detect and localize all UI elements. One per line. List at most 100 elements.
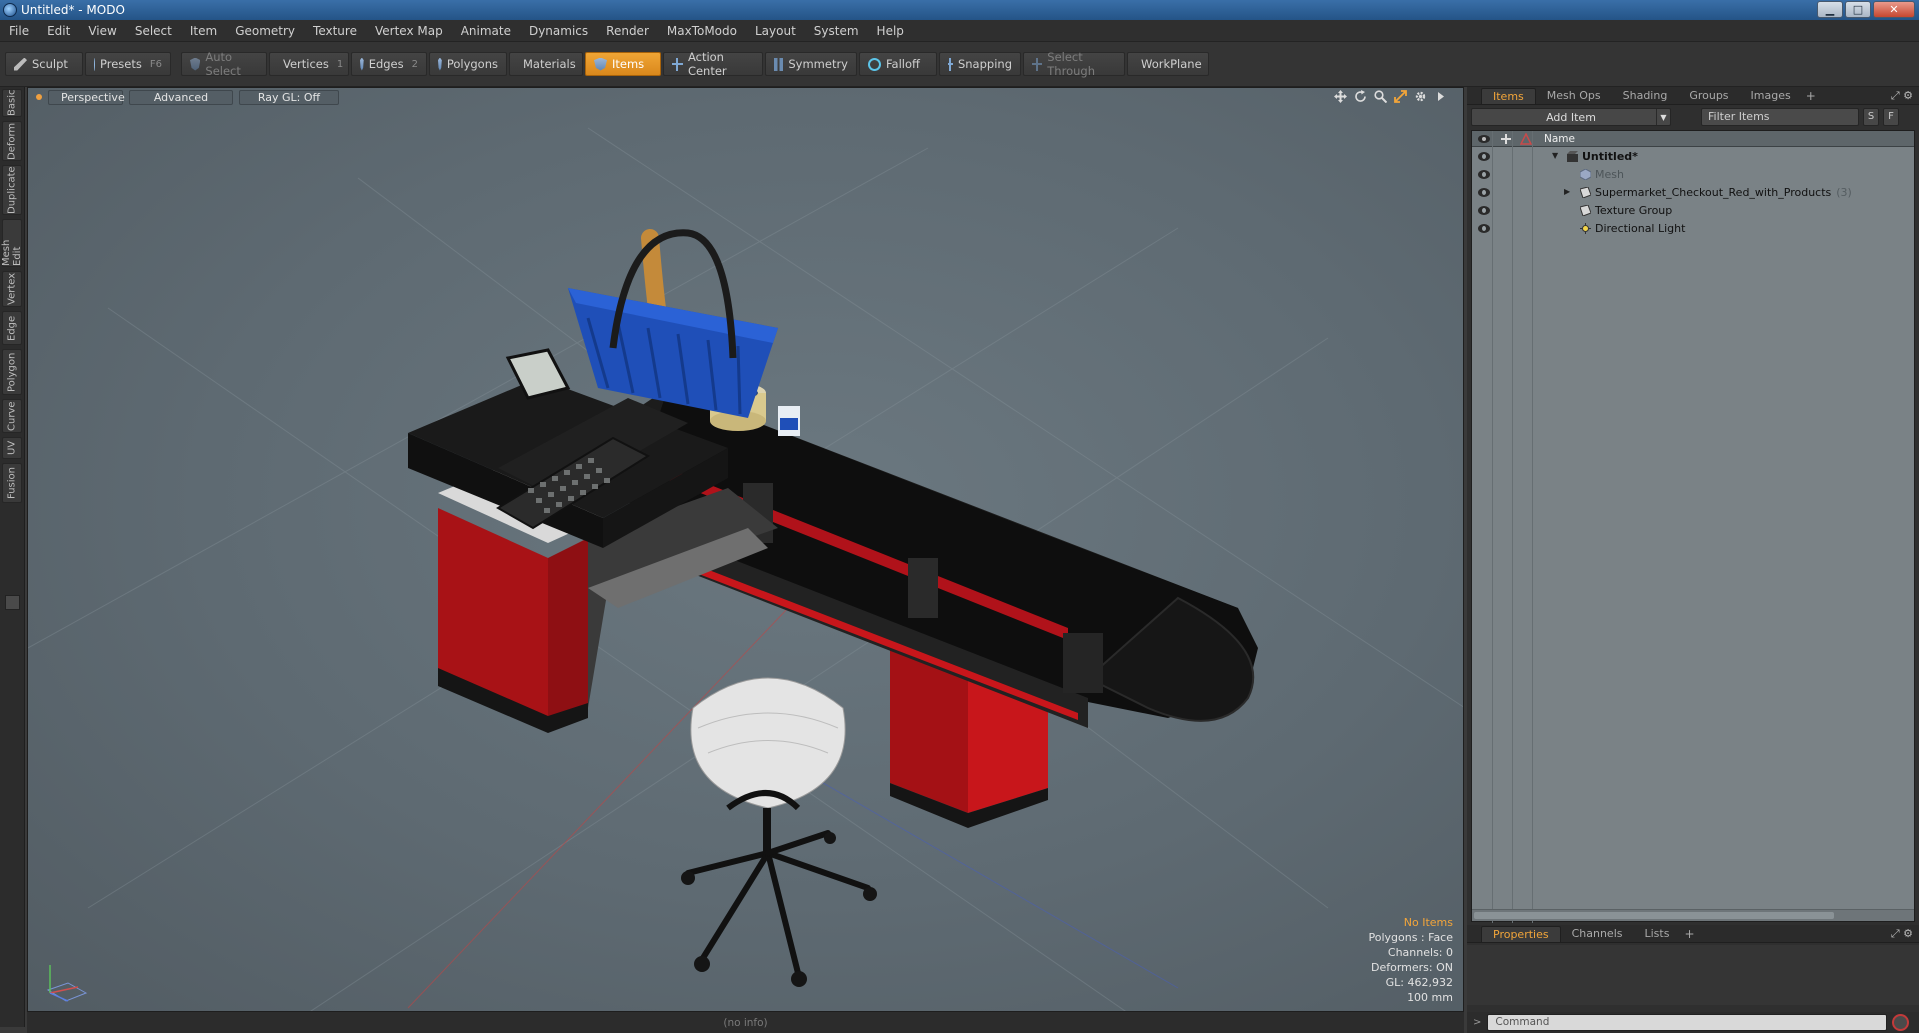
edges-button[interactable]: Edges 2 bbox=[351, 52, 427, 76]
maximize-button[interactable]: □ bbox=[1845, 1, 1871, 18]
menu-view[interactable]: View bbox=[79, 20, 125, 42]
command-stop-icon[interactable] bbox=[1892, 1014, 1910, 1031]
items-button[interactable]: Items bbox=[585, 52, 661, 76]
auto-select-label: Auto Select bbox=[205, 50, 241, 78]
menu-dynamics[interactable]: Dynamics bbox=[520, 20, 597, 42]
menu-layout[interactable]: Layout bbox=[746, 20, 805, 42]
tab-curve[interactable]: Curve bbox=[2, 399, 22, 433]
item-row-scene[interactable]: ▼ Untitled* bbox=[1472, 148, 1914, 166]
menu-file[interactable]: File bbox=[0, 20, 38, 42]
scrollbar-thumb[interactable] bbox=[1474, 912, 1834, 919]
tab-duplicate[interactable]: Duplicate bbox=[2, 165, 22, 215]
close-button[interactable]: ✕ bbox=[1873, 1, 1915, 18]
item-row-texture-group[interactable]: Texture Group bbox=[1472, 202, 1914, 220]
viewport-expand-icon[interactable] bbox=[1434, 90, 1447, 103]
tab-properties[interactable]: Properties bbox=[1481, 926, 1561, 942]
select-through-icon bbox=[1032, 57, 1043, 71]
menu-maxtomodo[interactable]: MaxToModo bbox=[658, 20, 746, 42]
materials-button[interactable]: Materials bbox=[509, 52, 583, 76]
sculpt-button[interactable]: Sculpt bbox=[5, 52, 83, 76]
tab-deform[interactable]: Deform bbox=[2, 121, 22, 161]
filter-s-button[interactable]: S bbox=[1863, 108, 1879, 126]
filter-f-button[interactable]: F bbox=[1883, 108, 1899, 126]
menu-texture[interactable]: Texture bbox=[304, 20, 366, 42]
raygl-toggle[interactable]: Ray GL: Off bbox=[239, 89, 339, 105]
add-tab-icon[interactable]: + bbox=[1806, 88, 1816, 104]
menu-render[interactable]: Render bbox=[597, 20, 658, 42]
select-through-label: Select Through bbox=[1047, 50, 1095, 78]
zoom-icon[interactable] bbox=[1374, 90, 1388, 104]
fit-icon[interactable] bbox=[1394, 90, 1407, 103]
expand-arrow-icon[interactable]: ▶ bbox=[1564, 187, 1570, 196]
workplane-button[interactable]: WorkPlane bbox=[1127, 52, 1209, 76]
menu-help[interactable]: Help bbox=[868, 20, 913, 42]
minimize-button[interactable]: ▁ bbox=[1817, 1, 1843, 18]
tab-vertex[interactable]: Vertex bbox=[2, 271, 22, 307]
action-center-button[interactable]: Action Center bbox=[663, 50, 763, 78]
tab-toggle-button[interactable] bbox=[5, 595, 20, 610]
item-row-group-checkout[interactable]: ▶ Supermarket_Checkout_Red_with_Products… bbox=[1472, 184, 1914, 202]
add-tab-icon[interactable]: + bbox=[1684, 926, 1694, 942]
rotate-icon[interactable] bbox=[1354, 90, 1367, 103]
viewport-menu-dot[interactable] bbox=[36, 94, 42, 100]
3d-viewport[interactable]: Perspective Advanced Ray GL: Off No Item… bbox=[27, 87, 1464, 1012]
menu-edit[interactable]: Edit bbox=[38, 20, 79, 42]
view-type-dropdown[interactable]: Perspective bbox=[48, 89, 125, 105]
auto-select-button[interactable]: Auto Select bbox=[181, 50, 267, 78]
tab-items[interactable]: Items bbox=[1481, 88, 1536, 104]
presets-button[interactable]: Presets F6 bbox=[85, 52, 171, 76]
shading-dropdown[interactable]: Advanced bbox=[129, 89, 233, 105]
scene-render[interactable] bbox=[28, 88, 1464, 1012]
menu-item[interactable]: Item bbox=[181, 20, 226, 42]
menu-vertex-map[interactable]: Vertex Map bbox=[366, 20, 452, 42]
visibility-eye-icon[interactable] bbox=[1478, 152, 1490, 161]
vertices-button[interactable]: Vertices 1 bbox=[269, 52, 349, 76]
tab-basic[interactable]: Basic bbox=[2, 89, 22, 117]
command-input[interactable]: Command bbox=[1487, 1014, 1888, 1031]
pan-icon[interactable] bbox=[1334, 90, 1347, 103]
symmetry-button[interactable]: Symmetry bbox=[765, 52, 857, 76]
modo-app-icon bbox=[3, 3, 17, 17]
filter-items-input[interactable]: Filter Items bbox=[1701, 108, 1859, 126]
falloff-button[interactable]: Falloff bbox=[859, 52, 937, 76]
tab-channels[interactable]: Channels bbox=[1561, 926, 1634, 942]
menu-system[interactable]: System bbox=[805, 20, 868, 42]
visibility-eye-icon[interactable] bbox=[1478, 188, 1490, 197]
item-list[interactable]: Name ▼ Untitled* Mesh ▶ Supermarket_Chec… bbox=[1471, 130, 1915, 923]
presets-shortcut: F6 bbox=[149, 58, 162, 70]
brush-icon bbox=[14, 57, 27, 71]
viewport-settings-icon[interactable] bbox=[1414, 90, 1427, 103]
tab-polygon[interactable]: Polygon bbox=[2, 349, 22, 395]
item-row-directional-light[interactable]: Directional Light bbox=[1472, 220, 1914, 238]
menu-animate[interactable]: Animate bbox=[452, 20, 520, 42]
select-through-button[interactable]: Select Through bbox=[1023, 50, 1125, 78]
panel-options-icon[interactable]: ⤢ ⚙ bbox=[1891, 927, 1913, 941]
visibility-eye-icon[interactable] bbox=[1478, 170, 1490, 179]
tab-lists[interactable]: Lists bbox=[1634, 926, 1681, 942]
tab-mesh-edit[interactable]: Mesh Edit bbox=[1, 219, 23, 267]
menu-select[interactable]: Select bbox=[126, 20, 181, 42]
panel-options-icon[interactable]: ⤢ ⚙ bbox=[1891, 89, 1913, 103]
add-item-dropdown[interactable]: Add Item ▼ bbox=[1471, 108, 1671, 126]
command-history-icon[interactable]: > bbox=[1473, 1017, 1481, 1028]
polygons-button[interactable]: Polygons bbox=[429, 52, 507, 76]
name-column-header[interactable]: Name bbox=[1544, 133, 1575, 145]
tab-shading[interactable]: Shading bbox=[1612, 88, 1679, 104]
properties-content bbox=[1467, 945, 1919, 1005]
tab-fusion[interactable]: Fusion bbox=[2, 463, 22, 503]
collapse-arrow-icon[interactable]: ▼ bbox=[1552, 151, 1558, 160]
tab-mesh-ops[interactable]: Mesh Ops bbox=[1536, 88, 1612, 104]
horizontal-scrollbar[interactable] bbox=[1472, 909, 1914, 921]
tab-images[interactable]: Images bbox=[1740, 88, 1802, 104]
vertices-label: Vertices bbox=[283, 57, 329, 71]
snapping-button[interactable]: Snapping bbox=[939, 52, 1021, 76]
menu-geometry[interactable]: Geometry bbox=[226, 20, 304, 42]
tab-groups[interactable]: Groups bbox=[1678, 88, 1739, 104]
group-icon bbox=[1580, 187, 1591, 198]
right-panel: Items Mesh Ops Shading Groups Images + ⤢… bbox=[1467, 87, 1919, 1027]
item-row-mesh[interactable]: Mesh bbox=[1472, 166, 1914, 184]
tab-uv[interactable]: UV bbox=[2, 437, 22, 459]
tab-edge[interactable]: Edge bbox=[2, 311, 22, 345]
visibility-eye-icon[interactable] bbox=[1478, 224, 1490, 233]
visibility-eye-icon[interactable] bbox=[1478, 206, 1490, 215]
